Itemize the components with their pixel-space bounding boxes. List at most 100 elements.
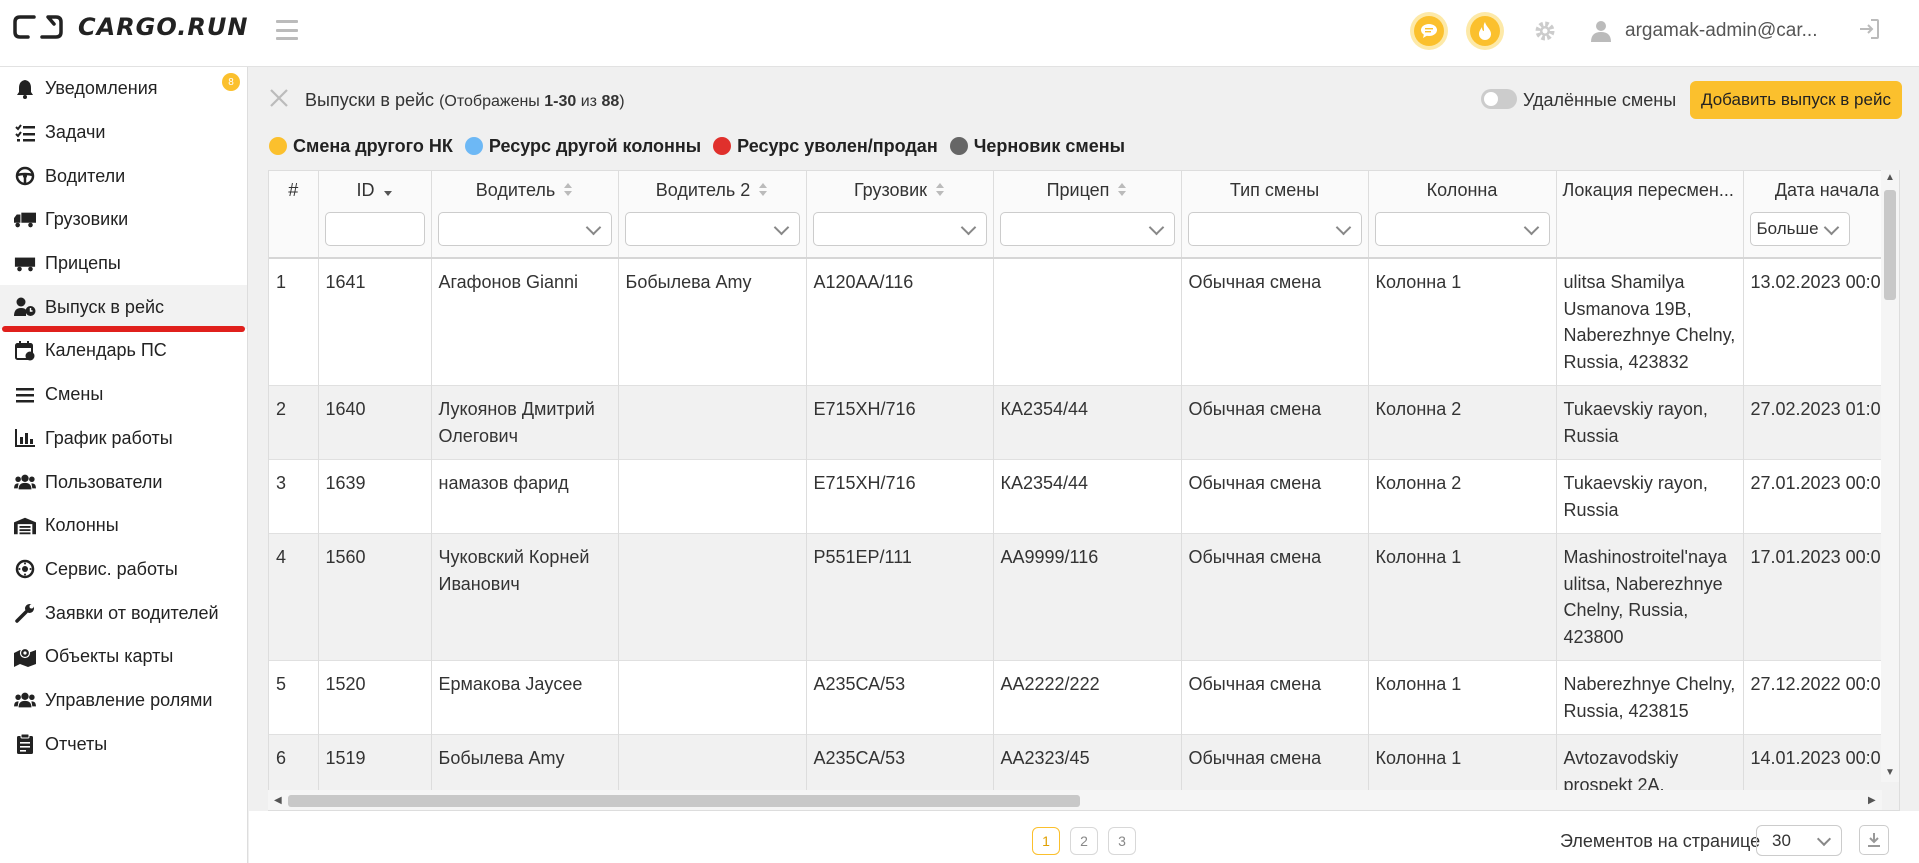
cell-driver2-link[interactable]: Бобылева Amy (618, 258, 807, 386)
table-row[interactable]: 4 1560 Чуковский Корней Иванович Р551ЕР/… (269, 533, 1899, 661)
sort-icon[interactable] (759, 183, 768, 197)
cell-driver2-link[interactable] (618, 533, 807, 661)
cell-truck-link[interactable]: Е715ХН/716 (806, 385, 994, 460)
cell-driver2-link[interactable] (618, 660, 807, 735)
cell-column-link[interactable]: Колонна 2 (1368, 385, 1557, 460)
sidebar-item-drivers[interactable]: Водители (0, 154, 247, 198)
per-page-select[interactable]: 30 (1756, 825, 1842, 856)
cell-column-link[interactable]: Колонна 1 (1368, 660, 1557, 735)
cell-trailer-link[interactable]: АА9999/116 (993, 533, 1182, 661)
notification-badge: 8 (222, 73, 240, 91)
page-button-2[interactable]: 2 (1070, 827, 1098, 855)
id-filter-input[interactable] (324, 212, 425, 246)
cell-truck-link[interactable]: А235СА/53 (806, 660, 994, 735)
page-button-3[interactable]: 3 (1108, 827, 1136, 855)
vertical-scroll-thumb[interactable] (1884, 190, 1896, 300)
col-header-id[interactable]: ID (318, 171, 432, 259)
horizontal-scrollbar[interactable]: ◀ ▶ (268, 790, 1882, 810)
bar-chart-icon (14, 427, 36, 449)
cell-location: Tukaevskiy rayon, Russia (1556, 385, 1744, 460)
sidebar-item-driver-requests[interactable]: Заявки от водителей (0, 591, 247, 635)
cell-truck-link[interactable]: Р551ЕР/111 (806, 533, 994, 661)
col-header-driver2[interactable]: Водитель 2 (618, 171, 807, 259)
scroll-right-arrow-icon[interactable]: ▶ (1868, 795, 1876, 806)
cell-driver-link[interactable]: Чуковский Корней Иванович (431, 533, 619, 661)
sidebar-item-reports[interactable]: Отчеты (0, 722, 247, 766)
vertical-scrollbar[interactable]: ▲ ▼ (1881, 170, 1899, 782)
table-row[interactable]: 5 1520 Ермакова Jaycee А235СА/53 АА2222/… (269, 660, 1899, 735)
sidebar-item-tasks[interactable]: Задачи (0, 111, 247, 155)
col-header-truck[interactable]: Грузовик (806, 171, 994, 259)
sidebar-item-label: Грузовики (45, 209, 129, 230)
driver-filter-select[interactable] (437, 212, 612, 246)
trailer-filter-select[interactable] (999, 212, 1175, 246)
fire-icon[interactable] (1470, 16, 1500, 46)
driver2-filter-select[interactable] (624, 212, 800, 246)
cell-driver-link[interactable]: Агафонов Gianni (431, 258, 619, 386)
sort-desc-icon[interactable] (383, 183, 393, 197)
scroll-up-arrow-icon[interactable]: ▲ (1885, 172, 1895, 183)
table-row[interactable]: 2 1640 Лукоянов Дмитрий Олегович Е715ХН/… (269, 385, 1899, 460)
cell-column-link[interactable]: Колонна 1 (1368, 258, 1557, 386)
sort-icon[interactable] (1118, 183, 1127, 197)
shift-type-filter-select[interactable] (1187, 212, 1362, 246)
menu-toggle-icon[interactable] (276, 20, 298, 40)
col-header-column: Колонна (1368, 171, 1557, 259)
sidebar-item-service[interactable]: Сервис. работы (0, 548, 247, 592)
col-header-driver[interactable]: Водитель (431, 171, 619, 259)
cell-driver-link[interactable]: намазов фарид (431, 459, 619, 534)
cell-location: ulitsa Shamilya Usmanova 19B, Naberezhny… (1556, 258, 1744, 386)
sidebar-item-calendar[interactable]: Календарь ПС (0, 329, 247, 373)
cell-truck-link[interactable]: А120АА/116 (806, 258, 994, 386)
sort-icon[interactable] (936, 183, 945, 197)
sidebar-item-users[interactable]: Пользователи (0, 460, 247, 504)
sidebar-item-map-objects[interactable]: Объекты карты (0, 635, 247, 679)
horizontal-scroll-thumb[interactable] (288, 795, 1080, 807)
sidebar-item-schedule[interactable]: График работы (0, 417, 247, 461)
user-name[interactable]: argamak-admin@car... (1625, 20, 1817, 42)
table-row[interactable]: 1 1641 Агафонов Gianni Бобылева Amy А120… (269, 258, 1899, 386)
close-icon[interactable] (269, 88, 289, 108)
scroll-left-arrow-icon[interactable]: ◀ (274, 795, 282, 806)
cell-column-link[interactable]: Колонна 1 (1368, 533, 1557, 661)
sidebar-item-notifications[interactable]: Уведомления 8 (0, 67, 247, 111)
sort-icon[interactable] (564, 183, 573, 197)
chat-icon[interactable] (1414, 16, 1444, 46)
column-filter-select[interactable] (1374, 212, 1550, 246)
cell-trailer-link[interactable]: КА2354/44 (993, 459, 1182, 534)
gear-icon[interactable] (1530, 16, 1560, 46)
cell-trailer-link[interactable] (993, 258, 1182, 386)
cell-id-link[interactable]: 1640 (318, 385, 432, 460)
cell-driver-link[interactable]: Ермакова Jaycee (431, 660, 619, 735)
user-icon[interactable] (1586, 16, 1616, 46)
cell-id-link[interactable]: 1560 (318, 533, 432, 661)
cell-trailer-link[interactable]: АА2222/222 (993, 660, 1182, 735)
add-dispatch-button[interactable]: Добавить выпуск в рейс (1690, 81, 1902, 119)
col-header-start-date[interactable]: Дата начала Больше (1743, 171, 1899, 259)
sidebar-item-trucks[interactable]: Грузовики (0, 198, 247, 242)
sidebar-item-dispatch[interactable]: Выпуск в рейс (0, 285, 247, 332)
cell-driver2-link[interactable] (618, 459, 807, 534)
cell-driver-link[interactable]: Лукоянов Дмитрий Олегович (431, 385, 619, 460)
truck-filter-select[interactable] (812, 212, 987, 246)
cell-truck-link[interactable]: Е715ХН/716 (806, 459, 994, 534)
download-icon[interactable] (1859, 825, 1889, 855)
scroll-down-arrow-icon[interactable]: ▼ (1885, 767, 1895, 778)
page-button-1[interactable]: 1 (1032, 827, 1060, 855)
col-header-trailer[interactable]: Прицеп (993, 171, 1182, 259)
sidebar-item-columns[interactable]: Колонны (0, 504, 247, 548)
cell-id-link[interactable]: 1520 (318, 660, 432, 735)
sidebar-item-roles[interactable]: Управление ролями (0, 679, 247, 723)
cell-trailer-link[interactable]: КА2354/44 (993, 385, 1182, 460)
logo[interactable]: CARGO.RUN (12, 12, 248, 42)
deleted-shifts-toggle[interactable] (1481, 89, 1517, 109)
cell-column-link[interactable]: Колонна 2 (1368, 459, 1557, 534)
sidebar-item-shifts[interactable]: Смены (0, 373, 247, 417)
cell-id-link[interactable]: 1641 (318, 258, 432, 386)
cell-driver2-link[interactable] (618, 385, 807, 460)
table-row[interactable]: 3 1639 намазов фарид Е715ХН/716 КА2354/4… (269, 459, 1899, 534)
cell-id-link[interactable]: 1639 (318, 459, 432, 534)
logout-icon[interactable] (1858, 18, 1880, 45)
sidebar-item-trailers[interactable]: Прицепы (0, 242, 247, 286)
date-filter-select[interactable]: Больше (1749, 212, 1850, 246)
